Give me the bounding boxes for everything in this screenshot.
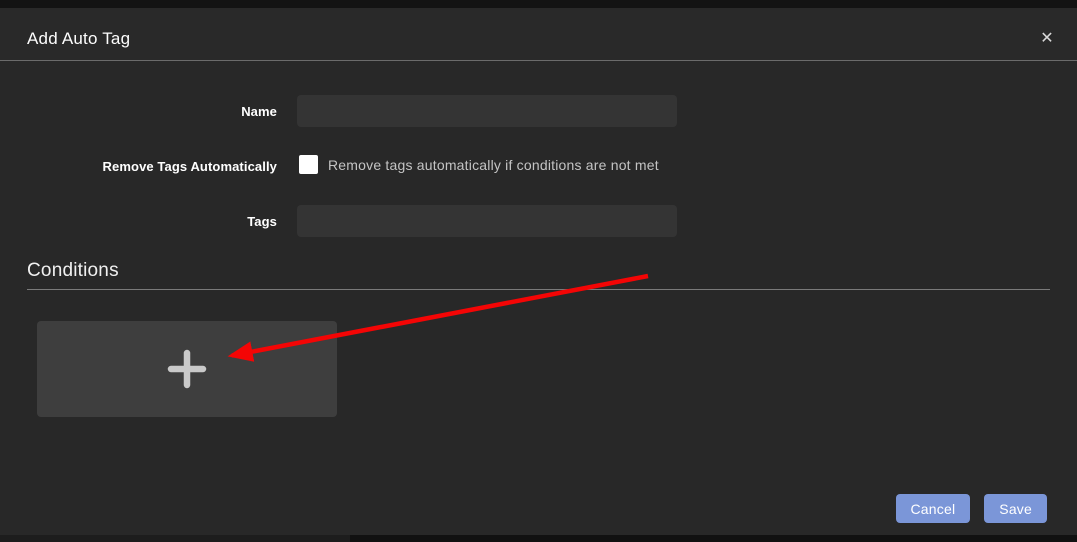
page-background-top bbox=[0, 0, 1077, 8]
close-icon[interactable]: ✕ bbox=[1036, 28, 1058, 50]
cancel-button[interactable]: Cancel bbox=[896, 494, 971, 523]
modal-title: Add Auto Tag bbox=[27, 29, 130, 49]
conditions-heading: Conditions bbox=[27, 260, 119, 282]
tags-label: Tags bbox=[0, 214, 277, 229]
remove-tags-label: Remove Tags Automatically bbox=[0, 159, 277, 174]
modal-footer: Cancel Save bbox=[896, 494, 1048, 523]
remove-tags-checkbox-text: Remove tags automatically if conditions … bbox=[328, 157, 659, 173]
save-button[interactable]: Save bbox=[984, 494, 1047, 523]
plus-icon bbox=[167, 349, 207, 389]
annotation-arrow bbox=[0, 0, 1077, 542]
remove-tags-checkbox[interactable] bbox=[299, 155, 318, 174]
page-background-bottom-left bbox=[0, 535, 350, 542]
name-input[interactable] bbox=[297, 95, 677, 127]
conditions-divider bbox=[27, 289, 1050, 290]
add-condition-button[interactable] bbox=[37, 321, 337, 417]
tags-input[interactable] bbox=[297, 205, 677, 237]
add-auto-tag-modal: Add Auto Tag ✕ Name Remove Tags Automati… bbox=[0, 0, 1077, 542]
modal-header: Add Auto Tag ✕ bbox=[0, 8, 1077, 61]
name-label: Name bbox=[0, 104, 277, 119]
page-background-bottom bbox=[0, 535, 1077, 542]
remove-tags-checkbox-row: Remove tags automatically if conditions … bbox=[299, 155, 659, 174]
